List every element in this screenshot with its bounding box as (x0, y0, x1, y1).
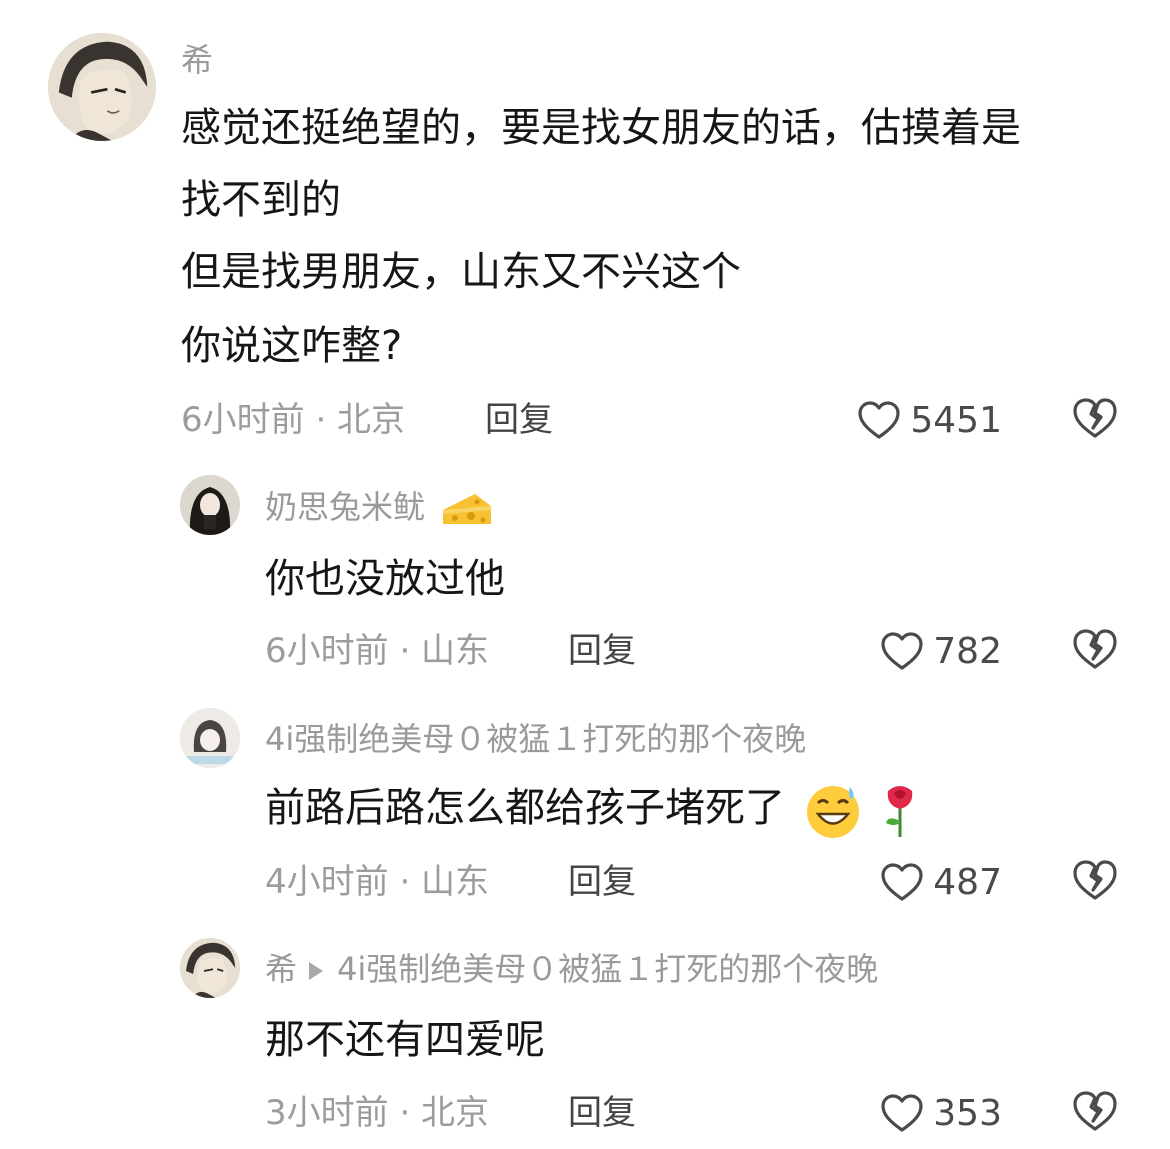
reply-to-username[interactable]: 4i强制绝美母０被猛１打死的那个夜晚 (337, 950, 878, 988)
comment-text-line: 你说这咋整? (181, 323, 403, 369)
reply-button[interactable]: 回复 (568, 1093, 636, 1133)
username[interactable]: 希 (265, 950, 297, 988)
avatar[interactable] (48, 33, 156, 141)
like-button[interactable]: 353 (850, 1088, 1002, 1138)
broken-heart-icon[interactable] (1071, 1088, 1119, 1134)
avatar[interactable] (180, 938, 240, 998)
username[interactable]: 希 (181, 40, 213, 80)
comment-text-line: 感觉还挺绝望的，要是找女朋友的话，估摸着是 (181, 105, 1021, 151)
avatar[interactable] (180, 475, 240, 535)
like-count: 487 (933, 861, 1002, 903)
comment-text: 前路后路怎么都给孩子堵死了 (265, 772, 920, 844)
heart-outline-icon (881, 1094, 923, 1132)
timestamp-location: 6小时前 · 山东 (265, 631, 490, 671)
like-button[interactable]: 487 (850, 857, 1002, 907)
comment-text-line: 但是找男朋友，山东又不兴这个 (181, 249, 741, 295)
heart-outline-icon (881, 632, 923, 670)
broken-heart-icon[interactable] (1071, 626, 1119, 672)
reply-button[interactable]: 回复 (485, 400, 553, 440)
username[interactable]: 奶思兔米鱿 (265, 487, 493, 528)
grinning-sweat-emoji (806, 786, 859, 838)
like-count: 782 (933, 630, 1002, 672)
like-button[interactable]: 5451 (850, 395, 1002, 445)
broken-heart-icon[interactable] (1071, 857, 1119, 903)
reply-header: 希 4i强制绝美母０被猛１打死的那个夜晚 (265, 949, 878, 989)
avatar[interactable] (180, 708, 240, 768)
reply-button[interactable]: 回复 (568, 862, 636, 902)
timestamp-location: 4小时前 · 山东 (265, 862, 490, 902)
like-count: 5451 (910, 399, 1002, 441)
comment-text: 那不还有四爱呢 (265, 1017, 545, 1063)
username[interactable]: 4i强制绝美母０被猛１打死的那个夜晚 (265, 719, 806, 759)
like-count: 353 (933, 1092, 1002, 1134)
rose-emoji (886, 786, 913, 837)
comment-text: 你也没放过他 (265, 556, 505, 602)
timestamp-location: 3小时前 · 北京 (265, 1093, 490, 1133)
reply-arrow-icon (309, 962, 324, 980)
cheese-emoji (443, 494, 492, 524)
heart-outline-icon (881, 863, 923, 901)
broken-heart-icon[interactable] (1071, 395, 1119, 441)
like-button[interactable]: 782 (850, 626, 1002, 676)
comment-text-line: 找不到的 (181, 177, 341, 223)
reply-button[interactable]: 回复 (568, 631, 636, 671)
timestamp-location: 6小时前 · 北京 (181, 400, 406, 440)
heart-outline-icon (858, 401, 900, 439)
